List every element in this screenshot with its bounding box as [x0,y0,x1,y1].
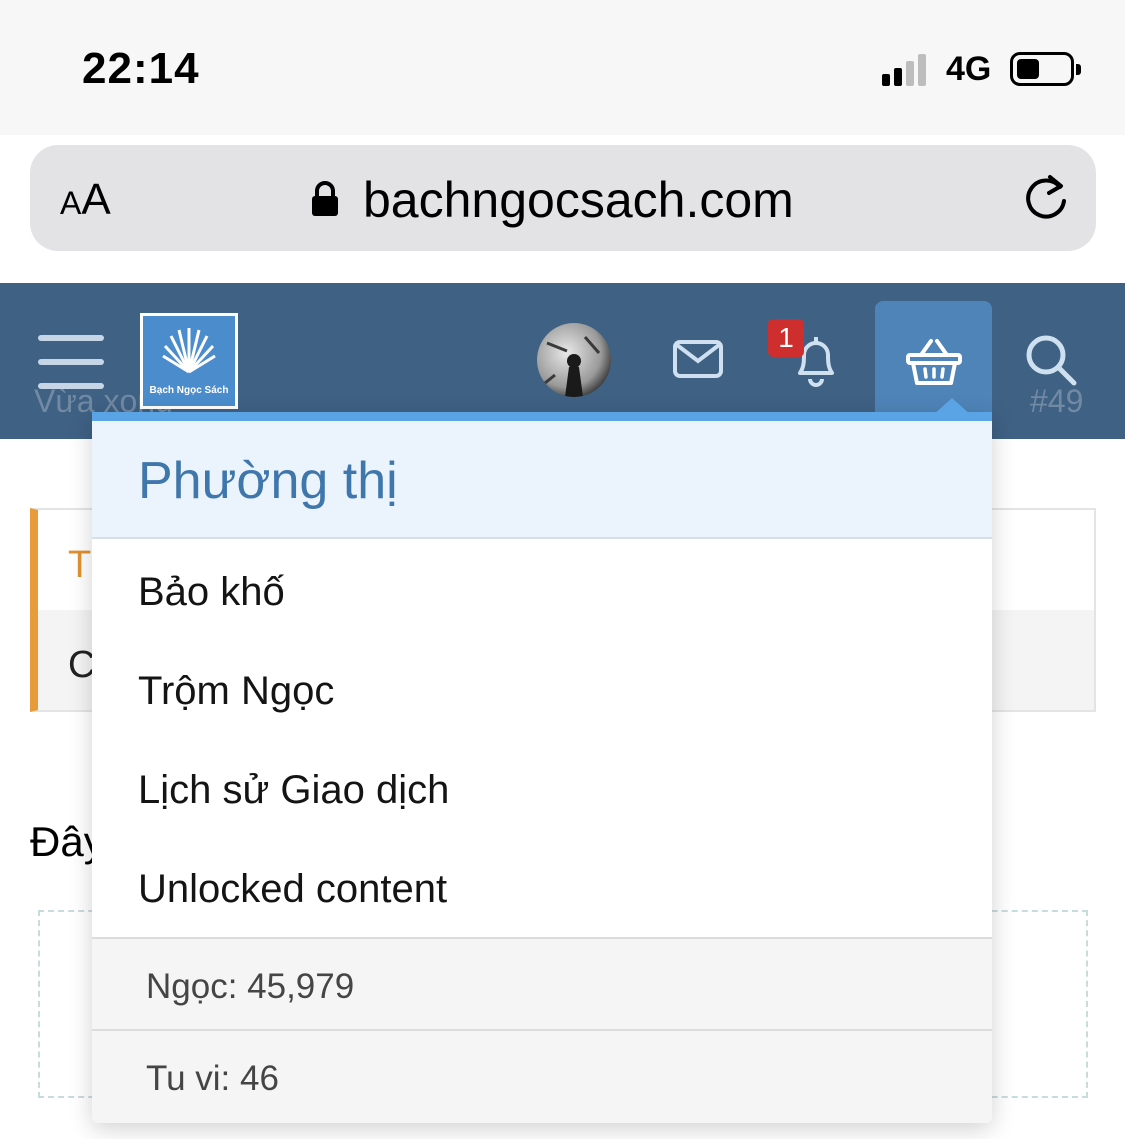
search-icon[interactable] [1024,333,1078,387]
signal-strength-icon [882,52,934,86]
lock-icon [312,181,338,216]
url-text[interactable]: bachngocsach.com [363,171,794,229]
notification-badge: 1 [768,319,804,357]
notice-title-fragment: T [68,544,92,586]
behind-text-right: #49 [1030,383,1084,419]
ngoc-balance: Ngọc: 45,979 [146,967,355,1006]
logo-text: Bạch Ngọc Sách [149,385,229,396]
address-bar[interactable]: AA bachngocsach.com [30,145,1096,251]
tu-vi-row: Tu vi: 46 [92,1029,992,1123]
mail-icon[interactable] [672,339,724,379]
dropdown-accent-bar [92,412,992,421]
dropdown-title[interactable]: Phường thị [138,451,398,511]
avatar[interactable] [537,323,611,397]
battery-icon [1010,52,1081,86]
ngoc-balance-row: Ngọc: 45,979 [92,937,992,1031]
menu-icon[interactable] [38,335,104,389]
tu-vi-level: Tu vi: 46 [146,1059,279,1098]
menu-item-trom-ngoc[interactable]: Trộm Ngọc [138,669,334,714]
menu-item-bao-kho[interactable]: Bảo khố [138,570,285,615]
dropdown-header: Phường thị [92,421,992,539]
reload-icon[interactable] [1020,171,1072,223]
clock: 22:14 [82,44,200,93]
basket-icon[interactable] [905,337,963,387]
book-fan-icon [162,328,216,374]
menu-item-unlocked-content[interactable]: Unlocked content [138,867,447,912]
shop-dropdown-menu: Phường thị Bảo khố Trộm Ngọc Lịch sử Gia… [92,398,992,1123]
site-logo[interactable]: Bạch Ngọc Sách [140,313,238,409]
menu-item-lich-su-giao-dich[interactable]: Lịch sử Giao dịch [138,768,449,813]
network-type: 4G [946,50,992,88]
text-size-button[interactable]: AA [60,175,111,225]
page-strip [0,251,1125,284]
status-bar: 22:14 4G [0,0,1125,135]
